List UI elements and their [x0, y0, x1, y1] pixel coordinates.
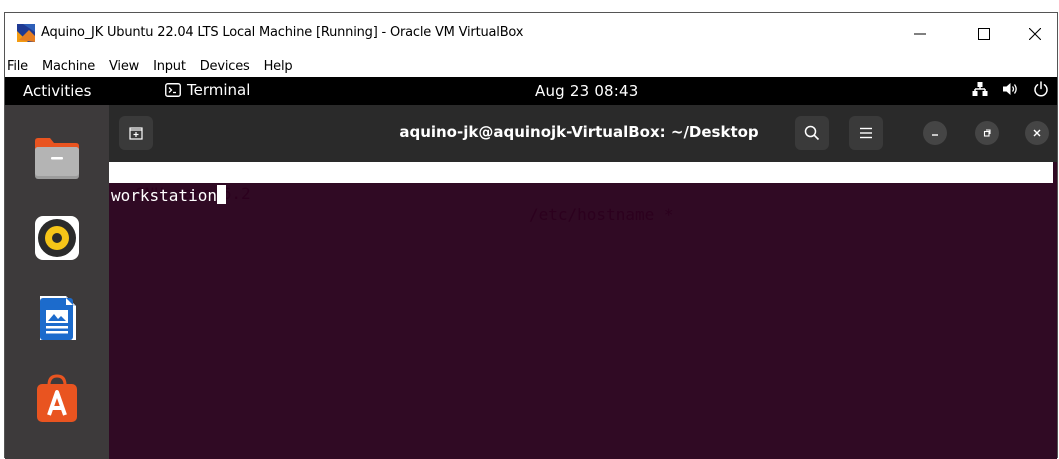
vm-display[interactable]: Activities Terminal Aug 23 08:43 aquino-…: [5, 77, 1057, 459]
window-titlebar[interactable]: Aquino_JK Ubuntu 22.04 LTS Local Machine…: [5, 13, 1057, 55]
files-icon[interactable]: [32, 133, 82, 183]
maximize-icon: [978, 28, 990, 40]
volume-icon: [1003, 83, 1017, 95]
maximize-button[interactable]: [962, 19, 1006, 49]
terminal-window[interactable]: aquino-jk@aquinojk-VirtualBox: ~/Desktop: [109, 105, 1057, 459]
window-title: Aquino_JK Ubuntu 22.04 LTS Local Machine…: [41, 25, 524, 40]
terminal-headerbar[interactable]: aquino-jk@aquinojk-VirtualBox: ~/Desktop: [109, 105, 1057, 162]
app-center-icon[interactable]: [32, 373, 82, 423]
restore-icon: [983, 129, 991, 137]
menu-devices[interactable]: Devices: [193, 59, 257, 74]
power-icon: [1034, 81, 1048, 97]
close-icon: [1033, 129, 1041, 137]
virtualbox-logo-icon: [17, 24, 35, 42]
terminal-close-button[interactable]: [1025, 121, 1049, 145]
text-cursor: [216, 185, 226, 204]
minimize-icon: [914, 33, 926, 35]
nano-title-bar: GNU nano 6.2 /etc/hostname *: [109, 162, 1053, 224]
search-button[interactable]: [795, 116, 829, 150]
search-icon: [804, 125, 820, 141]
menu-machine[interactable]: Machine: [35, 59, 102, 74]
desktop-strip: [0, 0, 1059, 12]
terminal-minimize-button[interactable]: [923, 121, 947, 145]
terminal-icon: [165, 83, 181, 97]
close-icon: [1029, 28, 1041, 40]
hamburger-menu-icon: [860, 127, 872, 139]
terminal-title-text: aquino-jk@aquinojk-VirtualBox: ~/Desktop: [399, 123, 759, 141]
menu-file[interactable]: File: [5, 59, 35, 74]
ubuntu-top-bar: Activities Terminal Aug 23 08:43: [5, 77, 1057, 105]
nano-filename: /etc/hostname *: [529, 205, 674, 224]
activities-button[interactable]: Activities: [23, 82, 91, 100]
menu-input[interactable]: Input: [146, 59, 193, 74]
rhythmbox-icon[interactable]: [32, 213, 82, 263]
clock[interactable]: Aug 23 08:43: [535, 82, 639, 100]
libreoffice-writer-icon[interactable]: [32, 293, 82, 343]
minimize-button[interactable]: [898, 19, 942, 49]
menu-help[interactable]: Help: [257, 59, 300, 74]
minimize-icon: [932, 134, 938, 136]
ubuntu-dock: [5, 105, 109, 459]
menu-bar: File Machine View Input Devices Help: [5, 55, 1057, 77]
menu-view[interactable]: View: [102, 59, 146, 74]
network-icon: [972, 82, 988, 96]
editor-text: workstation: [111, 186, 217, 205]
terminal-restore-button[interactable]: [975, 121, 999, 145]
editor-content[interactable]: workstation: [111, 185, 226, 206]
app-menu[interactable]: Terminal: [165, 81, 250, 99]
close-button[interactable]: [1013, 19, 1057, 49]
system-tray[interactable]: [972, 81, 1049, 97]
menu-button[interactable]: [849, 116, 883, 150]
terminal-title: aquino-jk@aquinojk-VirtualBox: ~/Desktop: [109, 123, 1057, 141]
app-name: Terminal: [187, 81, 251, 99]
virtualbox-window: Aquino_JK Ubuntu 22.04 LTS Local Machine…: [4, 12, 1058, 459]
